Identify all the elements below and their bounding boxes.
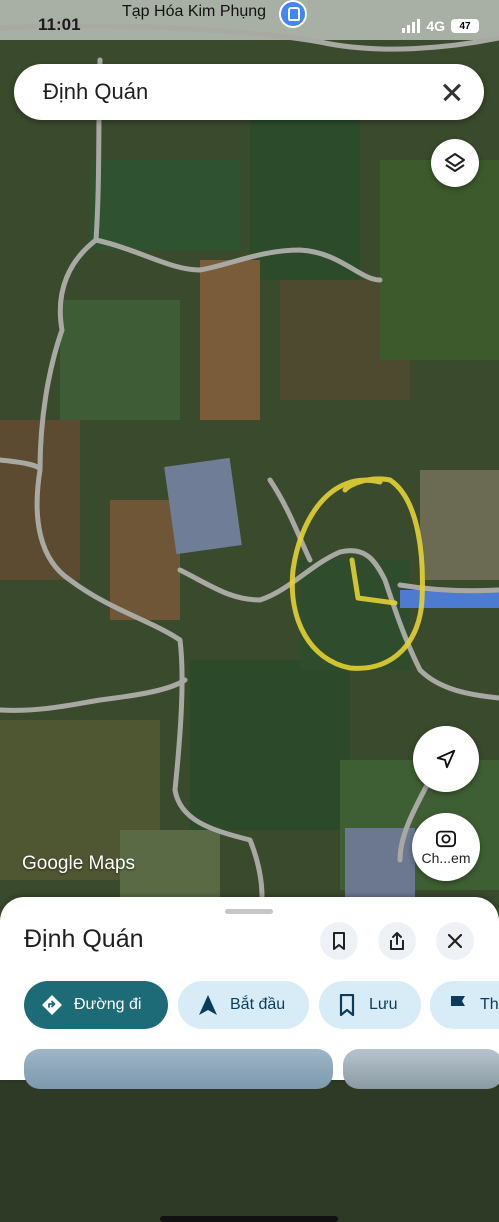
directions-icon [40, 993, 64, 1017]
network-label: 4G [426, 18, 445, 34]
layers-icon [445, 153, 465, 172]
clear-search-icon[interactable] [432, 72, 472, 112]
search-bar[interactable]: Định Quán [14, 64, 484, 120]
place-photo[interactable] [24, 1049, 333, 1089]
save-chip[interactable]: Lưu [319, 981, 421, 1029]
action-chips: Đường đi Bắt đầu Lưu Th [24, 981, 499, 1029]
status-bar: 11:01 Tạp Hóa Kim Phụng 4G 47 [0, 0, 499, 38]
start-label: Bắt đầu [230, 996, 286, 1013]
save-label: Lưu [369, 996, 398, 1013]
layers-button[interactable] [431, 139, 479, 187]
place-photo[interactable] [343, 1049, 499, 1089]
status-place-label: Tạp Hóa Kim Phụng [122, 3, 267, 20]
google-maps-watermark: Google Maps [22, 853, 136, 874]
camera-lens-icon [436, 830, 456, 848]
close-icon [448, 934, 462, 948]
lens-label: Ch...em [421, 850, 471, 866]
start-chip[interactable]: Bắt đầu [178, 981, 309, 1029]
sheet-drag-handle[interactable] [225, 909, 273, 914]
lens-search-button[interactable]: Ch...em [412, 813, 480, 881]
close-sheet-button[interactable] [436, 922, 474, 960]
bookmark-icon [333, 932, 345, 950]
navigation-arrow-icon [436, 749, 456, 769]
directions-chip[interactable]: Đường đi [24, 981, 168, 1029]
battery-icon: 47 [451, 19, 479, 33]
save-place-button[interactable] [320, 922, 358, 960]
home-indicator[interactable] [160, 1216, 338, 1222]
navigation-icon [196, 993, 220, 1017]
my-location-button[interactable] [413, 726, 479, 792]
photo-strip [0, 1049, 499, 1222]
signal-icon [402, 19, 421, 33]
more-chip[interactable]: Th [430, 981, 499, 1029]
place-title: Định Quán [24, 925, 144, 953]
share-button[interactable] [378, 922, 416, 960]
status-time: 11:01 [38, 15, 81, 34]
status-indicators: 4G 47 [402, 18, 479, 34]
place-sheet: Định Quán Đường đi Bắt đầu Lưu Th [0, 897, 499, 1222]
battery-level: 47 [459, 20, 471, 32]
directions-label: Đường đi [74, 996, 142, 1013]
search-input[interactable]: Định Quán [43, 79, 432, 105]
share-icon [390, 932, 404, 950]
bookmark-chip-icon [335, 993, 359, 1017]
more-label: Th [480, 996, 499, 1013]
flag-icon [446, 993, 470, 1017]
lock-pin-icon [279, 0, 307, 28]
